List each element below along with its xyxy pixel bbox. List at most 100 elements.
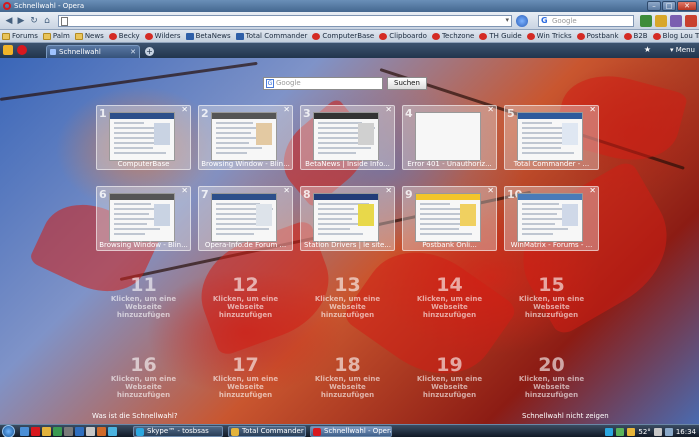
slot-number: 19: [436, 354, 463, 376]
speeddial-tile[interactable]: 5 ✕ Total Commander - ...: [504, 105, 599, 170]
folder-icon[interactable]: [3, 45, 13, 55]
bookmark-item[interactable]: Postbank: [576, 32, 619, 40]
close-icon[interactable]: ✕: [181, 105, 188, 114]
add-website-hint: Klicken, um eine: [518, 375, 585, 383]
tray-app-icon[interactable]: [616, 427, 625, 436]
bookmark-item[interactable]: News: [74, 32, 104, 40]
close-icon[interactable]: ✕: [283, 186, 290, 195]
reload-icon[interactable]: ↻: [28, 15, 40, 27]
add-website-hint: hinzuzufügen: [524, 311, 579, 319]
speeddial-tile[interactable]: 4 ✕ Error 401 - Unauthoriz...: [402, 105, 497, 170]
app-icon[interactable]: [64, 427, 73, 436]
clock[interactable]: 16:34: [676, 428, 696, 436]
volume-icon[interactable]: [653, 427, 662, 436]
speeddial-empty-slot[interactable]: 20 Klicken, um eine Webseite hinzuzufügen: [504, 355, 599, 399]
speeddial-empty-slot[interactable]: 18 Klicken, um eine Webseite hinzuzufügen: [300, 355, 395, 399]
start-button[interactable]: [2, 425, 15, 437]
back-arrow-icon[interactable]: ◀: [3, 15, 15, 27]
chevron-down-icon[interactable]: ▾: [505, 16, 509, 24]
close-icon[interactable]: ✕: [589, 105, 596, 114]
app-icon[interactable]: [86, 427, 95, 436]
desktop-icon[interactable]: [20, 427, 29, 436]
taskbar-button[interactable]: Total Commander 7....: [228, 426, 306, 437]
bookmark-item[interactable]: Palm: [42, 32, 70, 40]
bookmark-item[interactable]: TH Guide: [479, 32, 522, 40]
app-icon[interactable]: [75, 427, 84, 436]
tile-number: 7: [201, 188, 209, 201]
explorer-icon[interactable]: [42, 427, 51, 436]
taskbar-button[interactable]: Skype™ - tosbsas: [133, 426, 223, 437]
bookmark-item[interactable]: Win Tricks: [526, 32, 572, 40]
speeddial-empty-slot[interactable]: 14 Klicken, um eine Webseite hinzuzufügen: [402, 275, 497, 319]
search-button[interactable]: Suchen: [387, 77, 427, 90]
speeddial-empty-slot[interactable]: 19 Klicken, um eine Webseite hinzuzufügen: [402, 355, 497, 399]
close-icon[interactable]: ✕: [385, 105, 392, 114]
bookmark-item[interactable]: Wilders: [144, 32, 181, 40]
speeddial-empty-slot[interactable]: 13 Klicken, um eine Webseite hinzuzufügen: [300, 275, 395, 319]
maximize-button[interactable]: □: [662, 1, 676, 11]
app-icon[interactable]: [97, 427, 106, 436]
speeddial-empty-slot[interactable]: 15 Klicken, um eine Webseite hinzuzufügen: [504, 275, 599, 319]
app-icon[interactable]: [108, 427, 117, 436]
bookmark-item[interactable]: Total Commander: [235, 32, 307, 40]
tab-speeddial[interactable]: Schnellwahl ✕: [46, 45, 140, 58]
add-website-hint: hinzuzufügen: [218, 311, 273, 319]
hide-speeddial-link[interactable]: Schnellwahl nicht zeigen: [522, 412, 609, 420]
bookmark-item[interactable]: Forums: [2, 32, 38, 40]
speeddial-tile[interactable]: 6 ✕ Browsing Window - Blin...: [96, 186, 191, 251]
bookmark-item[interactable]: Blog Lou Trarus: [652, 32, 699, 40]
minimize-button[interactable]: –: [647, 1, 661, 11]
speeddial-tile[interactable]: 3 ✕ BetaNews | Inside Info...: [300, 105, 395, 170]
tray-app-icon[interactable]: [664, 427, 673, 436]
speeddial-tile[interactable]: 10 ✕ WinMatrix - Forums - ...: [504, 186, 599, 251]
speeddial-empty-slot[interactable]: 11 Klicken, um eine Webseite hinzuzufügen: [96, 275, 191, 319]
new-tab-icon[interactable]: +: [145, 47, 154, 56]
search-input[interactable]: G Google: [538, 15, 634, 27]
close-icon[interactable]: ✕: [385, 186, 392, 195]
widget-icon[interactable]: [685, 15, 697, 27]
close-icon[interactable]: ✕: [589, 186, 596, 195]
bookmark-item[interactable]: Becky: [108, 32, 140, 40]
close-icon[interactable]: ✕: [283, 105, 290, 114]
menu-button[interactable]: ▾ Menu: [670, 46, 695, 54]
speeddial-tile[interactable]: 9 ✕ Postbank Onli...: [402, 186, 497, 251]
close-icon[interactable]: ✕: [487, 105, 494, 114]
speeddial-tile[interactable]: 7 ✕ Opera-Info.de Forum ...: [198, 186, 293, 251]
mail-icon[interactable]: [640, 15, 652, 27]
close-button[interactable]: ✕: [677, 1, 697, 11]
network-icon[interactable]: [605, 427, 614, 436]
tray-app-icon[interactable]: [627, 427, 636, 436]
bookmark-item[interactable]: Clipboardo: [379, 32, 427, 40]
panel-icon[interactable]: [670, 15, 682, 27]
add-website-hint: Webseite: [227, 383, 264, 391]
notes-icon[interactable]: [655, 15, 667, 27]
speeddial-tile[interactable]: 1 ✕ ComputerBase: [96, 105, 191, 170]
add-website-hint: Klicken, um eine: [314, 375, 381, 383]
app-icon[interactable]: [53, 427, 62, 436]
speeddial-empty-slot[interactable]: 12 Klicken, um eine Webseite hinzuzufügen: [198, 275, 293, 319]
bookmark-item[interactable]: ComputerBase: [312, 32, 374, 40]
page-thumbnail: [211, 193, 277, 242]
speeddial-tile[interactable]: 8 ✕ Station Drivers | le site...: [300, 186, 395, 251]
taskbar-button[interactable]: Schnellwahl - Opera: [310, 426, 392, 437]
close-tab-icon[interactable]: ✕: [130, 46, 136, 58]
speeddial-search-input[interactable]: G Google: [263, 77, 383, 90]
close-icon[interactable]: ✕: [487, 186, 494, 195]
what-is-speeddial-link[interactable]: Was ist die Schnellwahl?: [92, 412, 178, 420]
bookmark-item[interactable]: B2B: [623, 32, 648, 40]
close-icon[interactable]: ✕: [181, 186, 188, 195]
forward-arrow-icon[interactable]: ▶: [15, 15, 27, 27]
bookmark-label: BetaNews: [195, 32, 231, 40]
bookmark-item[interactable]: BetaNews: [185, 32, 231, 40]
home-icon[interactable]: ⌂: [41, 15, 53, 27]
speeddial-empty-slot[interactable]: 17 Klicken, um eine Webseite hinzuzufügen: [198, 355, 293, 399]
opera-menu-icon[interactable]: [17, 45, 27, 55]
go-icon[interactable]: [516, 15, 528, 27]
opera-icon[interactable]: [31, 427, 40, 436]
speeddial-tile[interactable]: 2 ✕ Browsing Window - Blin...: [198, 105, 293, 170]
star-icon[interactable]: ★: [644, 45, 651, 54]
speeddial-empty-slot[interactable]: 16 Klicken, um eine Webseite hinzuzufügen: [96, 355, 191, 399]
address-field[interactable]: ▾: [58, 15, 512, 27]
bookmark-item[interactable]: Techzone: [431, 32, 474, 40]
bookmark-label: ComputerBase: [322, 32, 375, 40]
